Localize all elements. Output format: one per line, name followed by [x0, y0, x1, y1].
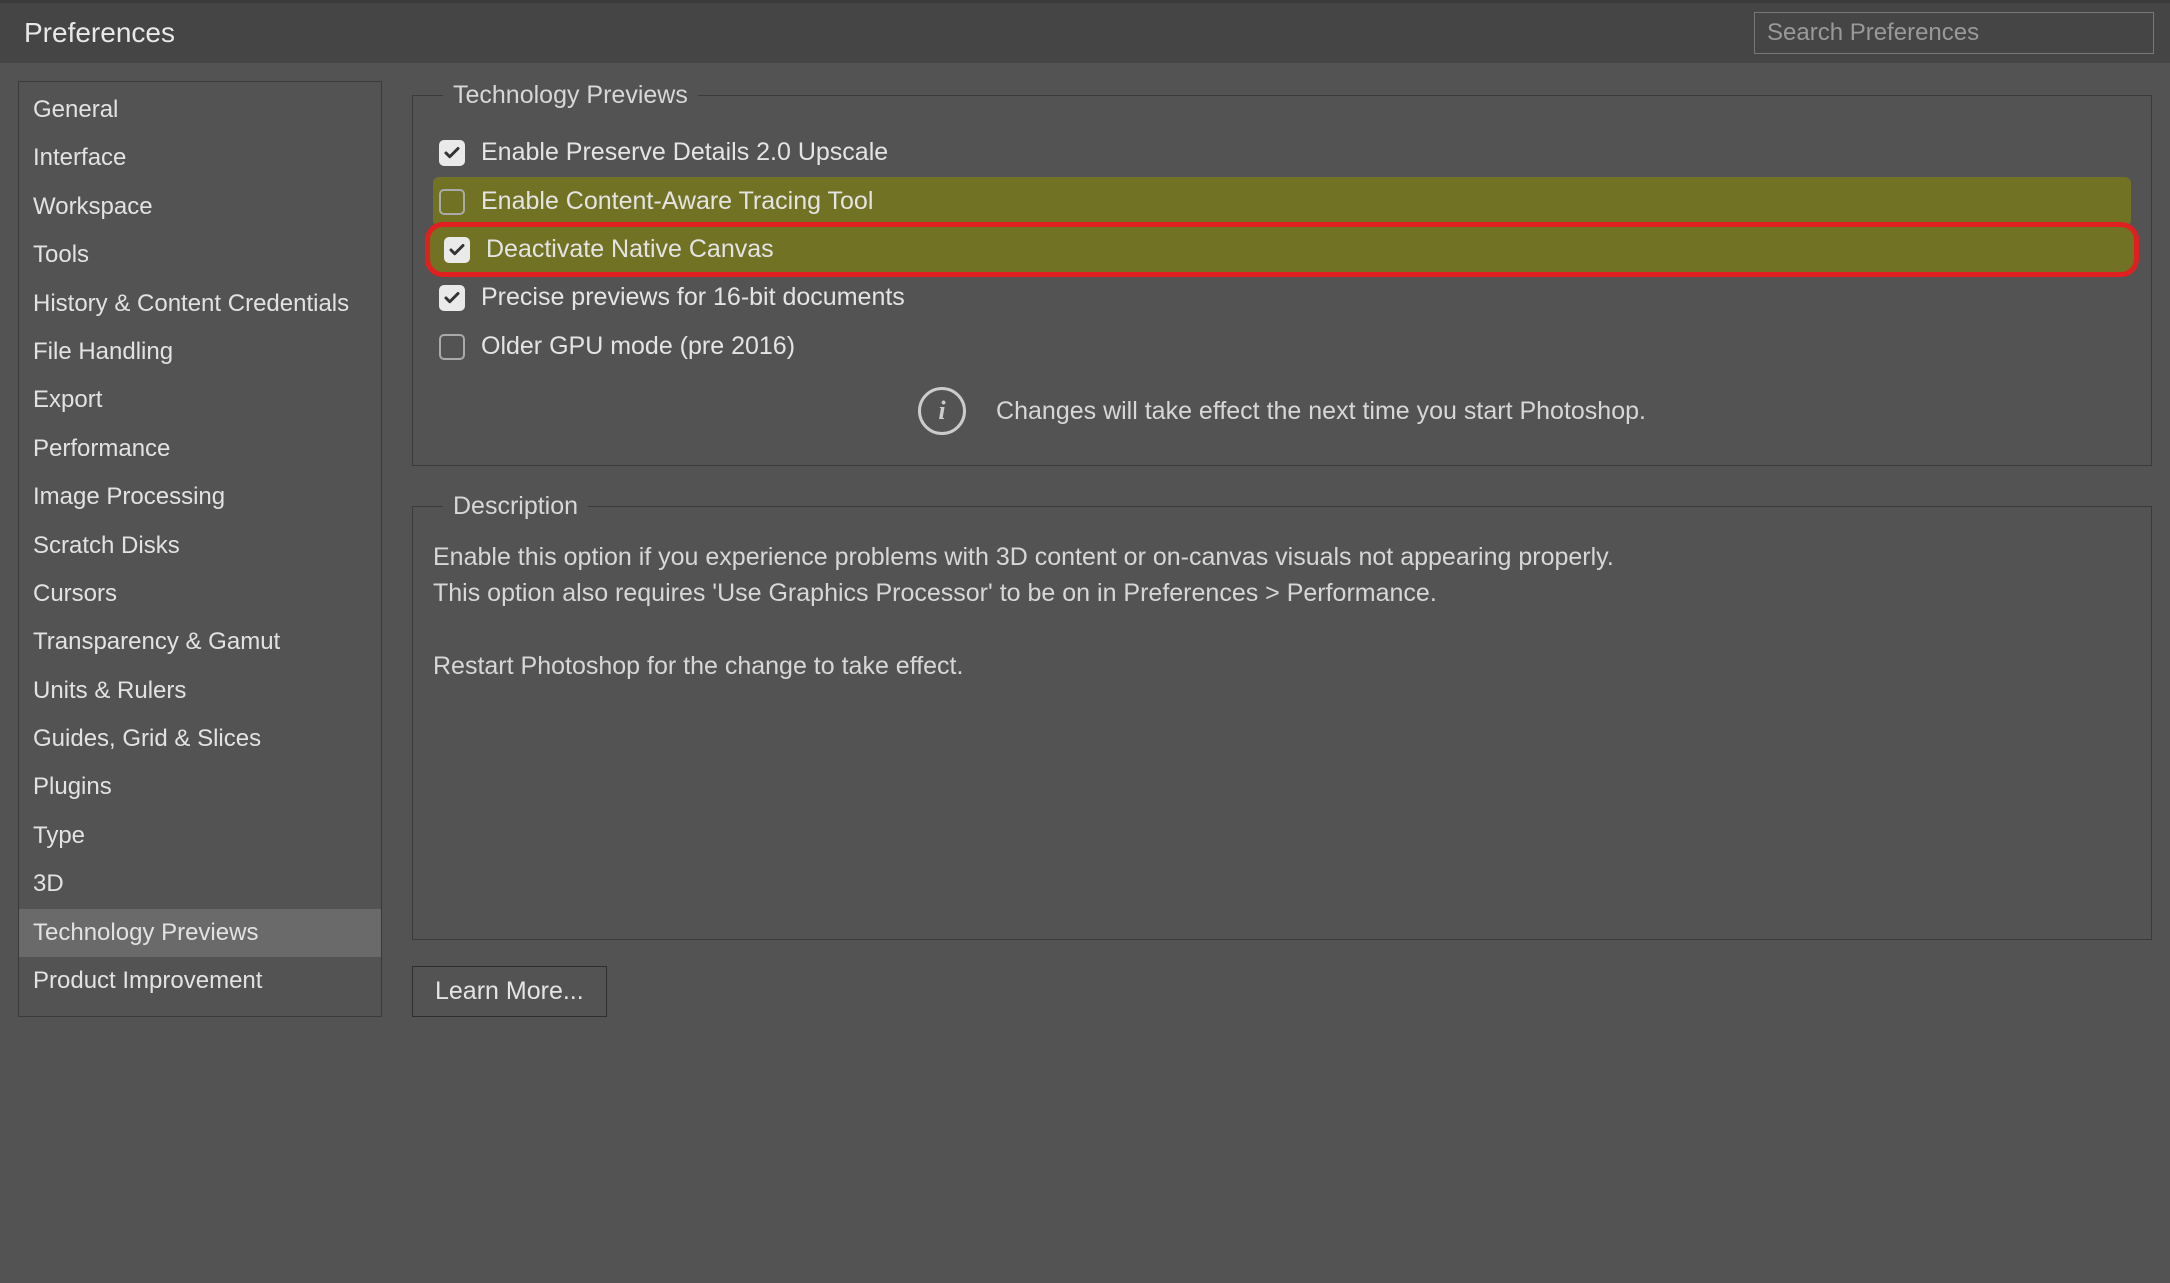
- header-bar: Preferences: [0, 0, 2170, 63]
- description-legend: Description: [443, 492, 588, 521]
- technology-previews-options: Enable Preserve Details 2.0 Upscale Enabl…: [433, 128, 2131, 371]
- preference-option-row[interactable]: Enable Preserve Details 2.0 Upscale: [433, 128, 2131, 177]
- sidebar-item[interactable]: Plugins: [19, 763, 381, 811]
- info-icon: i: [918, 387, 966, 435]
- sidebar-item[interactable]: Tools: [19, 231, 381, 279]
- checkbox-label: Deactivate Native Canvas: [486, 235, 774, 264]
- page-title: Preferences: [24, 17, 175, 49]
- checkbox[interactable]: [439, 334, 465, 360]
- checkbox-label: Enable Preserve Details 2.0 Upscale: [481, 138, 888, 167]
- technology-previews-legend: Technology Previews: [443, 81, 698, 110]
- learn-more-button[interactable]: Learn More...: [412, 966, 607, 1017]
- sidebar-item[interactable]: General: [19, 86, 381, 134]
- sidebar-item[interactable]: Export: [19, 376, 381, 424]
- sidebar: GeneralInterfaceWorkspaceToolsHistory & …: [18, 81, 382, 1017]
- body: GeneralInterfaceWorkspaceToolsHistory & …: [0, 63, 2170, 1035]
- checkbox-label: Enable Content-Aware Tracing Tool: [481, 187, 873, 216]
- preference-option-row[interactable]: Precise previews for 16-bit documents: [433, 273, 2131, 322]
- preference-option-row[interactable]: Enable Content-Aware Tracing Tool: [433, 177, 2131, 226]
- description-group: Description Enable this option if you ex…: [412, 492, 2152, 940]
- checkbox[interactable]: [439, 140, 465, 166]
- checkbox-label: Older GPU mode (pre 2016): [481, 332, 795, 361]
- sidebar-item[interactable]: File Handling: [19, 328, 381, 376]
- checkbox[interactable]: [439, 285, 465, 311]
- sidebar-item[interactable]: Technology Previews: [19, 909, 381, 957]
- sidebar-item[interactable]: Image Processing: [19, 473, 381, 521]
- search-input[interactable]: [1754, 12, 2154, 54]
- main-panel: Technology Previews Enable Preserve Deta…: [412, 81, 2152, 1017]
- preference-option-row[interactable]: Older GPU mode (pre 2016): [433, 322, 2131, 371]
- sidebar-item[interactable]: Transparency & Gamut: [19, 618, 381, 666]
- checkbox[interactable]: [439, 189, 465, 215]
- sidebar-item[interactable]: Product Improvement: [19, 957, 381, 1005]
- sidebar-item[interactable]: Scratch Disks: [19, 522, 381, 570]
- sidebar-item[interactable]: 3D: [19, 860, 381, 908]
- sidebar-item[interactable]: Workspace: [19, 183, 381, 231]
- sidebar-item[interactable]: History & Content Credentials: [19, 280, 381, 328]
- preference-option-row[interactable]: Deactivate Native Canvas: [425, 222, 2139, 277]
- technology-previews-group: Technology Previews Enable Preserve Deta…: [412, 81, 2152, 466]
- sidebar-item[interactable]: Type: [19, 812, 381, 860]
- sidebar-item[interactable]: Cursors: [19, 570, 381, 618]
- sidebar-item[interactable]: Interface: [19, 134, 381, 182]
- info-text: Changes will take effect the next time y…: [996, 397, 1646, 426]
- checkbox-label: Precise previews for 16-bit documents: [481, 283, 905, 312]
- info-row: i Changes will take effect the next time…: [433, 371, 2131, 445]
- sidebar-item[interactable]: Units & Rulers: [19, 667, 381, 715]
- description-body: Enable this option if you experience pro…: [433, 539, 2131, 919]
- sidebar-item[interactable]: Performance: [19, 425, 381, 473]
- sidebar-item[interactable]: Guides, Grid & Slices: [19, 715, 381, 763]
- checkbox[interactable]: [444, 237, 470, 263]
